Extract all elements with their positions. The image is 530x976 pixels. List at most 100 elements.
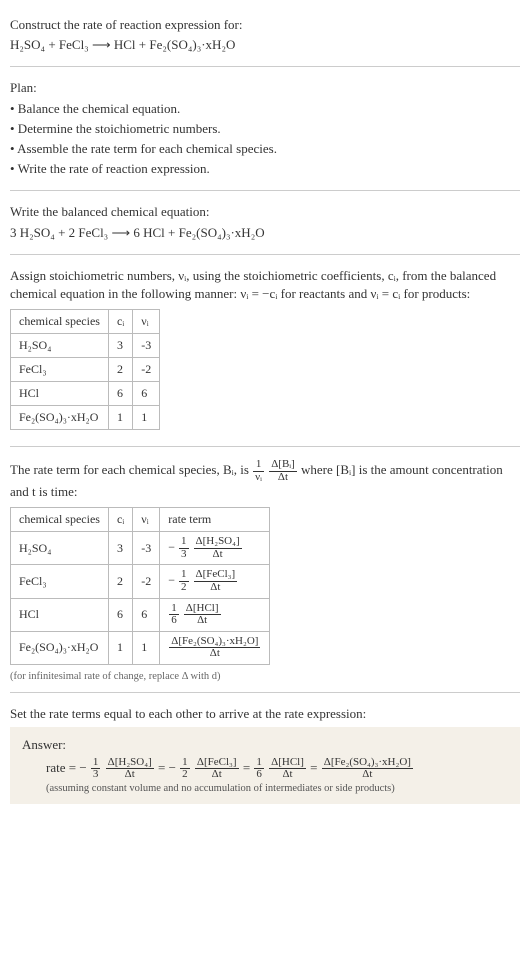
answer-expression: rate = − 13 Δ[H₂SO₄]Δt = − 12 Δ[FeCl₃]Δt… [22, 757, 508, 781]
eq: = [243, 760, 254, 775]
cell-v: -3 [133, 532, 160, 565]
assign-section: Assign stoichiometric numbers, νᵢ, using… [10, 259, 520, 442]
cell-c: 6 [108, 598, 132, 631]
cell-v: 1 [133, 406, 160, 430]
balanced-equation: 3 H₂SO₄ + 2 FeCl₃ ⟶ 6 HCl + Fe₂(SO₄)₃·xH… [10, 224, 520, 242]
col-rate: rate term [160, 508, 270, 532]
frac-den: 3 [179, 549, 189, 561]
frac-den: Δt [322, 769, 413, 781]
frac-coef: 13 [179, 536, 189, 560]
cell-species: H₂SO₄ [11, 532, 109, 565]
col-species: chemical species [11, 508, 109, 532]
rateterm-section: The rate term for each chemical species,… [10, 451, 520, 688]
sign: − [168, 540, 175, 554]
cell-v: -3 [133, 334, 160, 358]
balanced-title: Write the balanced chemical equation: [10, 203, 520, 221]
table-row: H₂SO₄ 3 -3 [11, 334, 160, 358]
cell-v: 1 [133, 631, 160, 664]
plan-item: • Write the rate of reaction expression. [10, 160, 520, 178]
frac-coef: 13 [91, 757, 101, 781]
frac-db: Δ[Bᵢ] Δt [269, 459, 297, 483]
frac-den: 3 [91, 769, 101, 781]
frac-den: Δt [194, 549, 242, 561]
cell-v: 6 [133, 382, 160, 406]
frac-den: Δt [195, 769, 239, 781]
sign: − [168, 573, 175, 587]
frac-den: 6 [169, 615, 179, 627]
rate-label: rate = [46, 760, 79, 775]
frac-den: Δt [194, 582, 238, 594]
table-row: HCl 6 6 16 Δ[HCl]Δt [11, 598, 270, 631]
table-row: H₂SO₄ 3 -3 − 13 Δ[H₂SO₄]Δt [11, 532, 270, 565]
cell-v: -2 [133, 565, 160, 598]
cell-species: FeCl₃ [11, 358, 109, 382]
col-species: chemical species [11, 310, 109, 334]
cell-c: 1 [108, 631, 132, 664]
plan-title: Plan: [10, 79, 520, 97]
frac-delta: Δ[Fe₂(SO₄)₃·xH₂O]Δt [169, 636, 260, 660]
frac-den: Δt [106, 769, 154, 781]
cell-rate: Δ[Fe₂(SO₄)₃·xH₂O]Δt [160, 631, 270, 664]
table-row: HCl 6 6 [11, 382, 160, 406]
frac-num: 1 [253, 459, 264, 472]
set-section: Set the rate terms equal to each other t… [10, 697, 520, 810]
frac-den: Δt [169, 648, 260, 660]
col-c: cᵢ [108, 310, 132, 334]
sign: − [79, 760, 86, 775]
divider [10, 190, 520, 191]
frac-delta: Δ[H₂SO₄]Δt [106, 757, 154, 781]
divider [10, 692, 520, 693]
cell-species: HCl [11, 598, 109, 631]
frac-den: Δt [184, 615, 221, 627]
answer-assumption: (assuming constant volume and no accumul… [22, 783, 508, 794]
frac-delta: Δ[FeCl₃]Δt [195, 757, 239, 781]
frac-num: Δ[H₂SO₄] [194, 536, 242, 549]
cell-c: 2 [108, 358, 132, 382]
cell-c: 3 [108, 334, 132, 358]
table-row: Fe₂(SO₄)₃·xH₂O 1 1 Δ[Fe₂(SO₄)₃·xH₂O]Δt [11, 631, 270, 664]
frac-den: Δt [269, 472, 297, 484]
assign-text: Assign stoichiometric numbers, νᵢ, using… [10, 267, 520, 303]
frac-delta: Δ[HCl]Δt [184, 603, 221, 627]
frac-delta: Δ[FeCl₃]Δt [194, 569, 238, 593]
eq: = [310, 760, 321, 775]
cell-rate: − 12 Δ[FeCl₃]Δt [160, 565, 270, 598]
divider [10, 66, 520, 67]
cell-c: 2 [108, 565, 132, 598]
cell-c: 1 [108, 406, 132, 430]
rateterm-text: The rate term for each chemical species,… [10, 459, 520, 501]
table-row: FeCl₃ 2 -2 [11, 358, 160, 382]
rateterm-pre: The rate term for each chemical species,… [10, 462, 252, 477]
cell-rate: 16 Δ[HCl]Δt [160, 598, 270, 631]
balanced-section: Write the balanced chemical equation: 3 … [10, 195, 520, 249]
cell-v: 6 [133, 598, 160, 631]
rateterm-table: chemical species cᵢ νᵢ rate term H₂SO₄ 3… [10, 507, 270, 664]
unbalanced-equation: H₂SO₄ + FeCl₃ ⟶ HCl + Fe₂(SO₄)₃·xH₂O [10, 36, 520, 54]
frac-den: 2 [180, 769, 190, 781]
construct-text: Construct the rate of reaction expressio… [10, 16, 520, 34]
frac-delta: Δ[H₂SO₄]Δt [194, 536, 242, 560]
plan-item: • Balance the chemical equation. [10, 100, 520, 118]
eq: = [158, 760, 169, 775]
col-v: νᵢ [133, 508, 160, 532]
cell-species: Fe₂(SO₄)₃·xH₂O [11, 631, 109, 664]
plan-item: • Assemble the rate term for each chemic… [10, 140, 520, 158]
cell-species: HCl [11, 382, 109, 406]
sign: − [169, 760, 176, 775]
frac-coef: 16 [169, 603, 179, 627]
table-row: Fe₂(SO₄)₃·xH₂O 1 1 [11, 406, 160, 430]
divider [10, 254, 520, 255]
table-header-row: chemical species cᵢ νᵢ rate term [11, 508, 270, 532]
cell-rate: − 13 Δ[H₂SO₄]Δt [160, 532, 270, 565]
frac-num: Δ[Bᵢ] [269, 459, 297, 472]
frac-coef: 12 [180, 757, 190, 781]
frac-den: 6 [254, 769, 264, 781]
rateterm-note: (for infinitesimal rate of change, repla… [10, 671, 520, 682]
table-row: FeCl₃ 2 -2 − 12 Δ[FeCl₃]Δt [11, 565, 270, 598]
cell-v: -2 [133, 358, 160, 382]
plan-item: • Determine the stoichiometric numbers. [10, 120, 520, 138]
set-text: Set the rate terms equal to each other t… [10, 705, 520, 723]
frac-coef: 12 [179, 569, 189, 593]
frac-num: 1 [179, 536, 189, 549]
table-header-row: chemical species cᵢ νᵢ [11, 310, 160, 334]
